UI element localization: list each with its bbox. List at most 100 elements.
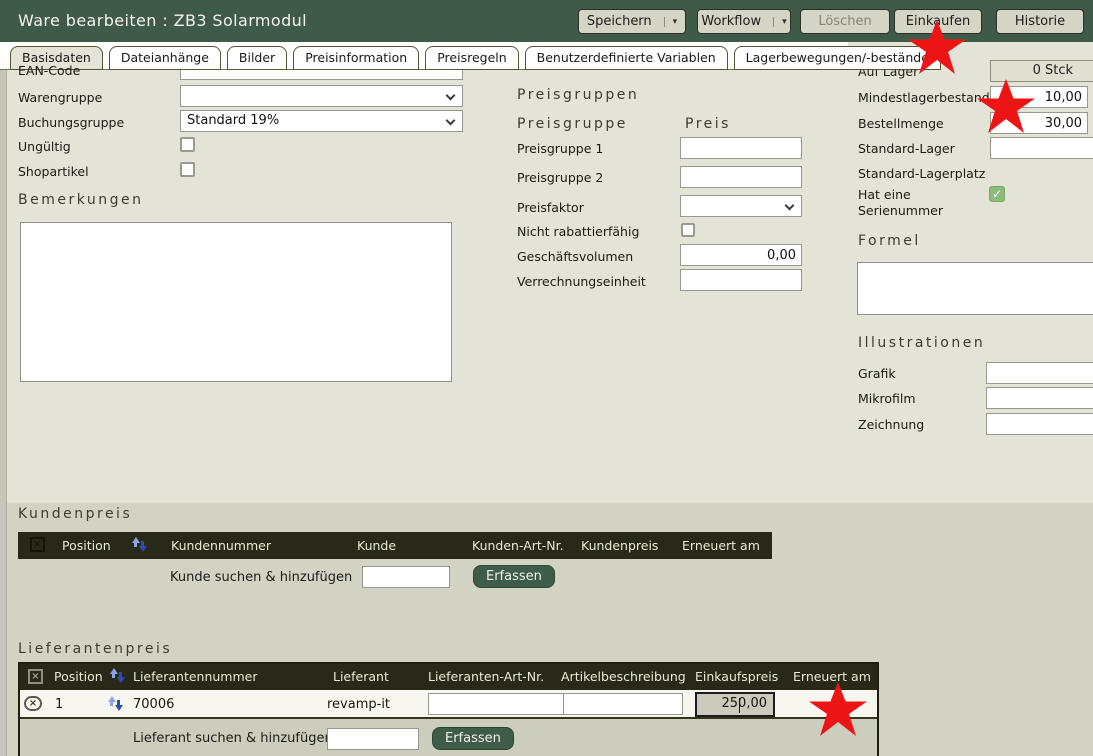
row-lieferantennummer: 70006	[133, 697, 174, 712]
preisgruppe1-label: Preisgruppe 1	[517, 141, 603, 156]
ean-label: EAN-Code	[18, 63, 80, 78]
kunde-erfassen-button[interactable]: Erfassen	[473, 565, 555, 588]
lieferant-erfassen-button[interactable]: Erfassen	[432, 727, 514, 750]
verrechnungseinheit-input[interactable]	[680, 269, 802, 291]
nicht-rabattierfaehig-checkbox[interactable]	[681, 223, 695, 237]
geschaeftsvolumen-input[interactable]	[680, 244, 802, 266]
chevron-down-icon	[446, 116, 456, 126]
tab-bar: Basisdaten Dateianhänge Bilder Preisinfo…	[0, 42, 848, 70]
row-position: 1	[55, 697, 63, 712]
delete-button: Löschen	[800, 9, 890, 34]
zeichnung-input[interactable]	[986, 413, 1093, 435]
table-row: × 1 70006 revamp-it 250,00	[20, 690, 877, 719]
kunde-search-input[interactable]	[362, 566, 450, 588]
warengruppe-select[interactable]	[180, 85, 463, 107]
buchungsgruppe-value: Standard 19%	[187, 113, 279, 128]
tab-dateianhaenge[interactable]: Dateianhänge	[109, 46, 221, 70]
kundenpreis-col-kunde: Kunde	[357, 538, 396, 553]
buchungsgruppe-select[interactable]: Standard 19%	[180, 110, 463, 132]
history-button[interactable]: Historie	[996, 9, 1084, 34]
geschaeftsvolumen-label: Geschäftsvolumen	[517, 249, 633, 264]
preisfaktor-label: Preisfaktor	[517, 200, 584, 215]
lieferanten-col-lieferantennummer: Lieferantennummer	[133, 669, 257, 684]
zeichnung-label: Zeichnung	[858, 417, 924, 432]
illustrationen-heading: Illustrationen	[858, 335, 985, 351]
kundenpreis-col-kundennummer: Kundennummer	[171, 538, 271, 553]
kundenpreis-col-kunden-art-nr: Kunden-Art-Nr.	[472, 538, 564, 553]
shopartikel-label: Shopartikel	[18, 164, 89, 179]
workflow-button[interactable]: Workflow ▾	[697, 9, 791, 34]
kundenpreis-col-kundenpreis: Kundenpreis	[581, 538, 658, 553]
preisgruppe1-input[interactable]	[680, 137, 802, 159]
sort-icon[interactable]	[110, 668, 126, 684]
bemerkungen-heading: Bemerkungen	[18, 192, 144, 208]
ungueltig-checkbox[interactable]	[180, 137, 195, 152]
row-sort-icon[interactable]	[108, 696, 124, 712]
workflow-button-label: Workflow	[701, 14, 761, 29]
tab-bilder[interactable]: Bilder	[227, 46, 287, 70]
bemerkungen-textarea[interactable]	[20, 222, 452, 382]
verrechnungseinheit-label: Verrechnungseinheit	[517, 274, 646, 289]
save-button-label: Speichern	[587, 14, 652, 29]
lieferantenpreis-table: × Position Lieferantennummer Lieferant L…	[18, 662, 879, 756]
lieferanten-col-einkaufspreis: Einkaufspreis	[695, 669, 778, 684]
artikelbeschreibung-input[interactable]	[563, 693, 683, 715]
preisgruppe2-input[interactable]	[680, 166, 802, 188]
preis-col-heading: Preis	[685, 116, 731, 132]
auf-lager-value: 0 Stck	[990, 60, 1093, 82]
serienummer-checkbox-checked[interactable]: ✓	[989, 186, 1005, 202]
standard-lager-input[interactable]	[990, 137, 1093, 159]
preisfaktor-select[interactable]	[680, 195, 802, 217]
lieferanten-col-lieferant: Lieferant	[333, 669, 389, 684]
history-button-label: Historie	[1015, 14, 1065, 29]
einkaufspreis-value: 250,00	[722, 696, 768, 711]
lieferantenpreis-heading: Lieferantenpreis	[18, 641, 172, 657]
grafik-input[interactable]	[986, 362, 1093, 384]
row-delete-icon[interactable]: ×	[24, 696, 42, 711]
grafik-label: Grafik	[858, 366, 896, 381]
lieferant-search-row: Lieferant suchen & hinzufügen Erfassen	[20, 721, 877, 756]
select-all-icon[interactable]: ×	[28, 669, 43, 684]
text-cursor	[739, 698, 740, 713]
shopartikel-checkbox[interactable]	[180, 162, 195, 177]
tab-preisinformation[interactable]: Preisinformation	[293, 46, 419, 70]
select-all-icon[interactable]: ×	[30, 537, 45, 552]
lieferant-search-input[interactable]	[327, 728, 419, 750]
tab-lagerbewegungen[interactable]: Lagerbewegungen/-bestände	[734, 46, 941, 70]
save-button[interactable]: Speichern ▾	[578, 9, 686, 34]
kundenpreis-col-erneuert-am: Erneuert am	[682, 538, 760, 553]
formel-textarea[interactable]	[857, 262, 1093, 315]
preisgruppe2-label: Preisgruppe 2	[517, 170, 603, 185]
page-title: Ware bearbeiten : ZB3 Solarmodul	[18, 11, 307, 30]
kunde-search-label: Kunde suchen & hinzufügen	[170, 570, 352, 585]
mikrofilm-input[interactable]	[986, 387, 1093, 409]
standard-lagerplatz-label: Standard-Lagerplatz	[858, 166, 985, 181]
save-dropdown-icon[interactable]: ▾	[664, 17, 678, 27]
tab-preisregeln[interactable]: Preisregeln	[425, 46, 518, 70]
einkaufspreis-input[interactable]: 250,00	[695, 692, 775, 717]
standard-lager-label: Standard-Lager	[858, 141, 955, 156]
lieferanten-col-lieferanten-art-nr: Lieferanten-Art-Nr.	[428, 669, 544, 684]
chevron-down-icon	[785, 201, 795, 211]
sort-icon[interactable]	[132, 537, 148, 553]
delete-button-label: Löschen	[818, 14, 871, 29]
serienummer-label: Hat eine Serienummer	[858, 187, 943, 219]
tab-benutzerdefinierte-variablen[interactable]: Benutzerdefinierte Variablen	[525, 46, 728, 70]
bestellmenge-label: Bestellmenge	[858, 116, 944, 131]
mindestlagerbestand-label: Mindestlagerbestand	[858, 90, 990, 105]
workflow-dropdown-icon[interactable]: ▾	[773, 17, 787, 27]
lieferant-search-label: Lieferant suchen & hinzufügen	[133, 731, 333, 746]
warengruppe-label: Warengruppe	[18, 90, 102, 105]
chevron-down-icon	[446, 91, 456, 101]
row-lieferant: revamp-it	[327, 697, 390, 712]
lieferanten-art-nr-input[interactable]	[428, 693, 568, 715]
lieferanten-col-erneuert-am: Erneuert am	[793, 669, 871, 684]
ungueltig-label: Ungültig	[18, 139, 71, 154]
nicht-rabattierfaehig-label: Nicht rabattierfähig	[517, 224, 639, 239]
preisgruppe-col-heading: Preisgruppe	[517, 116, 628, 132]
preisgruppen-heading: Preisgruppen	[517, 87, 639, 103]
kundenpreis-heading: Kundenpreis	[18, 506, 132, 522]
lieferantenpreis-table-header: × Position Lieferantennummer Lieferant L…	[20, 664, 877, 690]
kundenpreis-col-position: Position	[62, 538, 111, 553]
ware-bearbeiten-window: Basisdaten Dateianhänge Bilder Preisinfo…	[0, 0, 1093, 756]
